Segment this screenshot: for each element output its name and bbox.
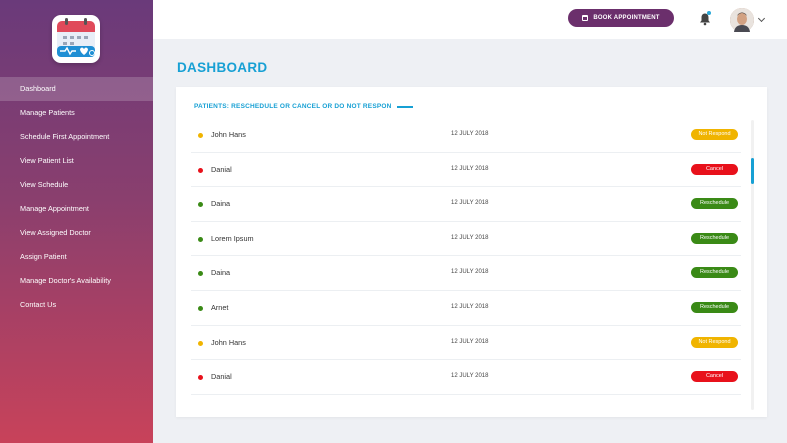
page-title: DASHBOARD (177, 60, 268, 75)
heading-underline (397, 106, 413, 108)
patient-name: Danial (211, 372, 232, 382)
calendar-medical-logo-icon[interactable] (52, 15, 100, 63)
sidebar-item-manage-appointment[interactable]: Manage Appointment (0, 197, 153, 221)
patient-name: Lorem Ipsum (211, 233, 254, 243)
status-dot (198, 375, 203, 381)
sidebar-item-dashboard[interactable]: Dashboard (0, 77, 153, 101)
scrollbar-thumb[interactable] (751, 158, 754, 184)
appointment-date: 12 JULY 2018 (451, 338, 489, 345)
sidebar-item-schedule-first-appointment[interactable]: Schedule First Appointment (0, 125, 153, 149)
status-dot (198, 271, 203, 277)
list-item[interactable]: John Hans 12 JULY 2018 Not Respond (191, 326, 741, 361)
status-dot (198, 340, 203, 346)
list-scrollbar[interactable] (751, 120, 754, 410)
status-badge[interactable]: Reschedule (691, 198, 738, 210)
sidebar-item-contact-us[interactable]: Contact Us (0, 293, 153, 317)
sidebar-item-manage-doctors-availability[interactable]: Manage Doctor's Availability (0, 269, 153, 293)
appointment-date: 12 JULY 2018 (451, 303, 489, 310)
list-item[interactable]: Danial 12 JULY 2018 Cancel (191, 153, 741, 188)
list-item[interactable]: Daina 12 JULY 2018 Reschedule (191, 256, 741, 291)
patient-name: John Hans (211, 130, 246, 139)
status-badge[interactable]: Not Respond (691, 129, 738, 140)
book-appointment-label: BOOK APPOINTMENT (593, 15, 660, 21)
appointment-date: 12 JULY 2018 (451, 200, 489, 207)
patient-name: John Hans (211, 337, 246, 347)
sidebar-item-assign-patient[interactable]: Assign Patient (0, 245, 153, 269)
sidebar: Dashboard Manage Patients Schedule First… (0, 0, 153, 443)
status-dot (198, 133, 203, 138)
topbar: BOOK APPOINTMENT (153, 0, 787, 39)
bell-icon[interactable] (699, 11, 711, 26)
patient-name: Daina (211, 268, 231, 278)
sidebar-item-manage-patients[interactable]: Manage Patients (0, 101, 153, 125)
book-appointment-button[interactable]: BOOK APPOINTMENT (568, 9, 674, 27)
appointment-date: 12 JULY 2018 (451, 234, 489, 241)
chevron-down-icon[interactable] (757, 14, 766, 23)
list-item[interactable]: John Hans 12 JULY 2018 Not Respond (191, 118, 741, 153)
appointment-date: 12 JULY 2018 (451, 165, 489, 172)
status-badge[interactable]: Cancel (691, 163, 738, 175)
patients-card: PATIENTS: RESCHEDULE OR CANCEL OR DO NOT… (176, 87, 767, 417)
notification-dot (707, 11, 711, 15)
status-badge[interactable]: Cancel (691, 371, 738, 383)
sidebar-item-view-patient-list[interactable]: View Patient List (0, 149, 153, 173)
status-dot (198, 236, 203, 242)
list-item[interactable]: Lorem Ipsum 12 JULY 2018 Reschedule (191, 222, 741, 257)
patient-name: Danial (211, 164, 232, 174)
status-badge[interactable]: Reschedule (691, 301, 738, 313)
sidebar-nav: Dashboard Manage Patients Schedule First… (0, 77, 153, 317)
sidebar-item-view-schedule[interactable]: View Schedule (0, 173, 153, 197)
avatar[interactable] (730, 8, 754, 32)
patient-name: Arnet (211, 302, 229, 312)
appointment-date: 12 JULY 2018 (451, 131, 489, 137)
patient-list: John Hans 12 JULY 2018 Not Respond Dania… (191, 118, 741, 395)
calendar-icon (582, 15, 589, 21)
status-badge[interactable]: Reschedule (691, 267, 738, 279)
list-item[interactable]: Danial 12 JULY 2018 Cancel (191, 360, 741, 395)
card-heading: PATIENTS: RESCHEDULE OR CANCEL OR DO NOT… (194, 103, 392, 110)
status-dot (198, 167, 203, 173)
status-badge[interactable]: Not Respond (691, 336, 738, 348)
sidebar-item-view-assigned-doctor[interactable]: View Assigned Doctor (0, 221, 153, 245)
appointment-date: 12 JULY 2018 (451, 269, 489, 276)
status-dot (198, 305, 203, 311)
status-badge[interactable]: Reschedule (691, 232, 738, 244)
patient-name: Daina (211, 199, 231, 209)
list-item[interactable]: Daina 12 JULY 2018 Reschedule (191, 187, 741, 222)
list-item[interactable]: Arnet 12 JULY 2018 Reschedule (191, 291, 741, 326)
status-dot (198, 202, 203, 208)
appointment-date: 12 JULY 2018 (451, 373, 489, 380)
